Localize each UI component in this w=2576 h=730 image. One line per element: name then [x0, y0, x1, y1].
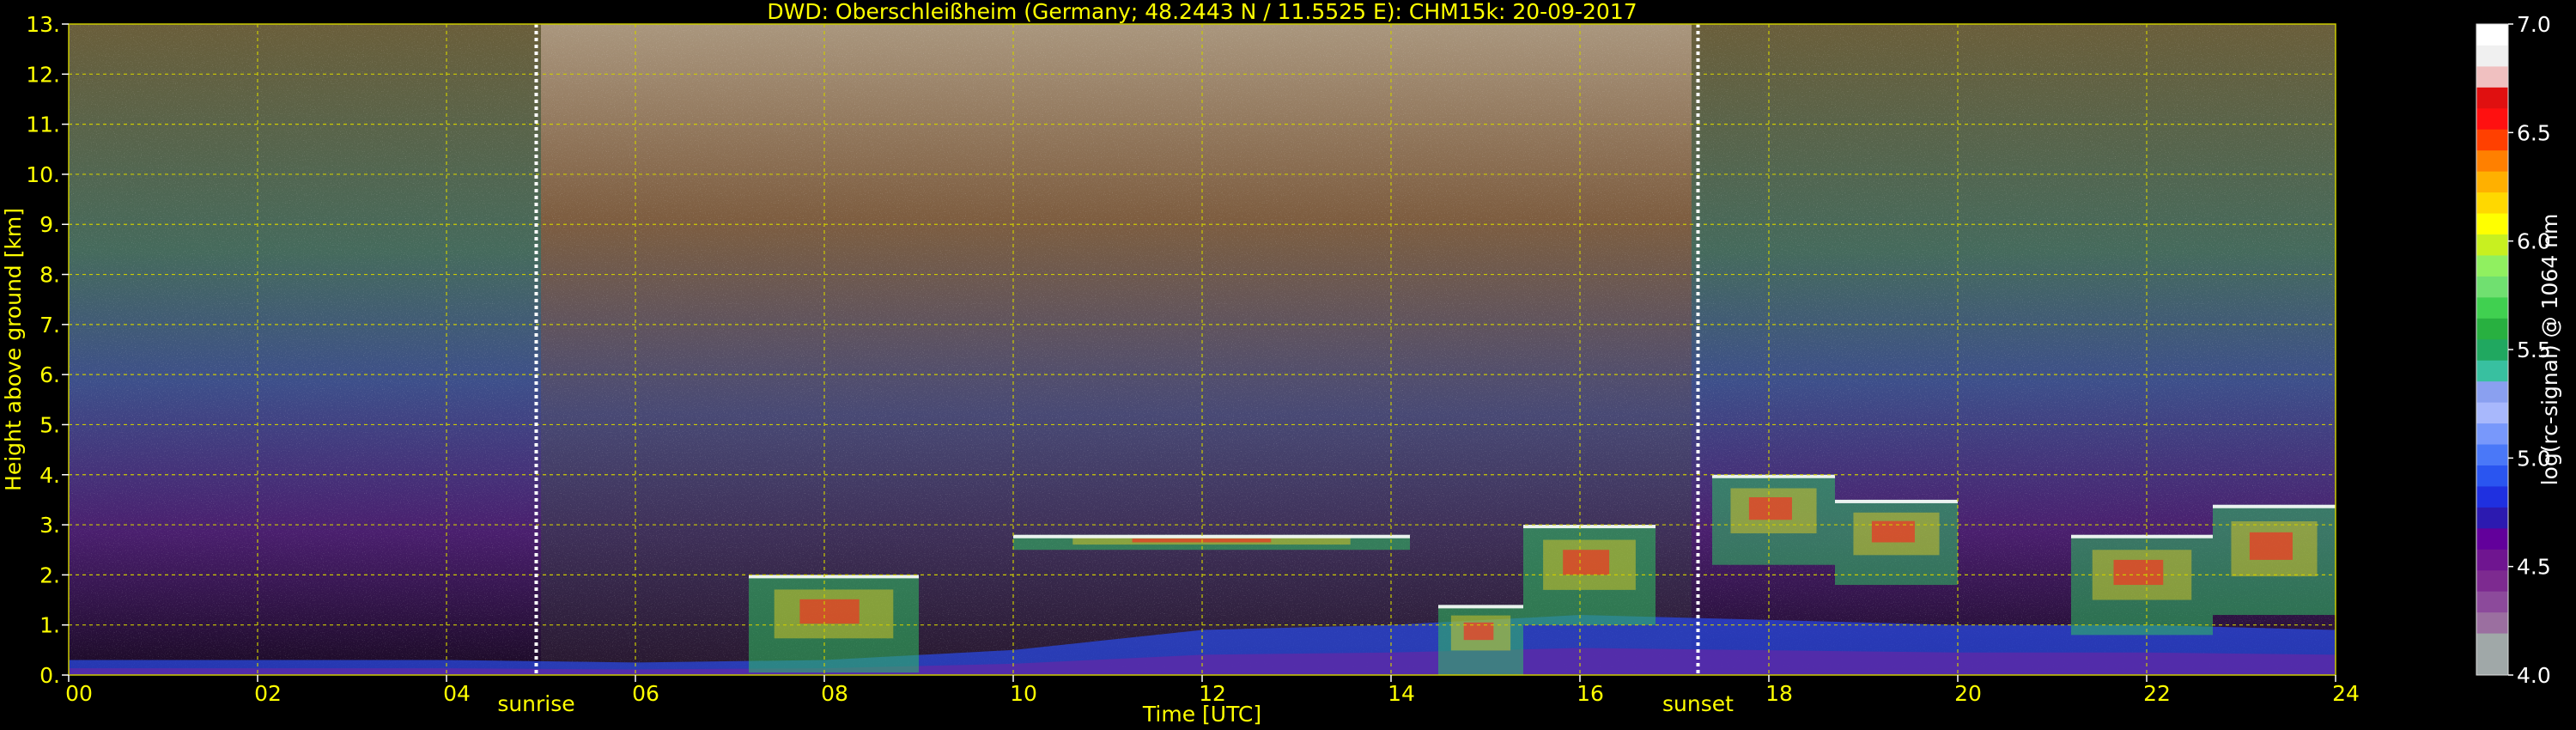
- x-tick-label: 16: [1577, 681, 1604, 706]
- x-tick-label: 10: [1010, 681, 1037, 706]
- y-tick-label: 11.: [26, 113, 60, 137]
- colorbar-segment: [2476, 360, 2508, 382]
- colorbar-segment: [2476, 24, 2508, 46]
- colorbar-segment: [2476, 611, 2508, 634]
- sunset-label: sunset: [1662, 691, 1734, 716]
- colorbar-segment: [2476, 87, 2508, 109]
- y-tick-label: 4.: [39, 463, 60, 488]
- colorbar-segment: [2476, 338, 2508, 361]
- x-tick-label: 14: [1388, 681, 1415, 706]
- cloud-peak: [799, 599, 860, 624]
- cloud-top-edge: [1013, 534, 1410, 538]
- colorbar-label: log(rc-signal) @ 1064 nm: [2537, 214, 2562, 486]
- cloud-peak: [2249, 532, 2293, 560]
- cloud-peak: [1563, 550, 1610, 575]
- colorbar-segment: [2476, 171, 2508, 193]
- colorbar-segment: [2476, 129, 2508, 151]
- colorbar-segment: [2476, 527, 2508, 550]
- colorbar-segment: [2476, 569, 2508, 592]
- colorbar-tick-label: 4.5: [2517, 555, 2551, 580]
- x-tick-label: 04: [443, 681, 471, 706]
- x-tick-label: 00: [65, 681, 93, 706]
- colorbar-segment: [2476, 549, 2508, 571]
- cloud-peak: [1871, 520, 1915, 543]
- colorbar-segment: [2476, 318, 2508, 340]
- x-tick-label: 22: [2143, 681, 2171, 706]
- plot-area: [69, 24, 2336, 675]
- colorbar-segment: [2476, 423, 2508, 445]
- y-tick-label: 6.: [39, 362, 60, 387]
- chart-title: DWD: Oberschleißheim (Germany; 48.2443 N…: [767, 0, 1637, 24]
- colorbar-segment: [2476, 149, 2508, 172]
- y-tick-label: 13.: [26, 12, 60, 37]
- sunrise-label: sunrise: [497, 691, 574, 716]
- colorbar-segment: [2476, 65, 2508, 88]
- colorbar-segment: [2476, 45, 2508, 67]
- x-axis-label: Time [UTC]: [1142, 702, 1261, 727]
- x-tick-label: 20: [1954, 681, 1982, 706]
- colorbar-segment: [2476, 654, 2508, 676]
- colorbar-tick-label: 6.5: [2517, 120, 2551, 145]
- y-tick-label: 1.: [39, 613, 60, 638]
- cloud-peak: [2113, 559, 2164, 586]
- cloud-top-edge: [1438, 605, 1523, 609]
- colorbar-segment: [2476, 213, 2508, 235]
- colorbar-segment: [2476, 296, 2508, 319]
- x-tick-label: 06: [632, 681, 659, 706]
- cloud-peak: [1748, 497, 1792, 520]
- colorbar-tick-label: 4.0: [2517, 663, 2551, 688]
- y-tick-label: 10.: [26, 162, 60, 187]
- colorbar-segment: [2476, 234, 2508, 256]
- y-tick-label: 12.: [26, 62, 60, 87]
- y-axis-label: Height above ground [km]: [1, 208, 26, 491]
- x-tick-label: 18: [1765, 681, 1793, 706]
- colorbar-segment: [2476, 276, 2508, 298]
- colorbar-segment: [2476, 465, 2508, 487]
- colorbar-segment: [2476, 444, 2508, 465]
- colorbar-segment: [2476, 633, 2508, 655]
- y-tick-label: 2.: [39, 563, 60, 587]
- y-tick-label: 0.: [39, 663, 60, 688]
- x-tick-label: 08: [821, 681, 848, 706]
- colorbar-segment: [2476, 192, 2508, 214]
- cloud-top-edge: [1835, 499, 1958, 503]
- colorbar-segment: [2476, 402, 2508, 424]
- y-tick-label: 7.: [39, 313, 60, 338]
- cloud-top-edge: [2071, 534, 2213, 538]
- y-tick-label: 9.: [39, 212, 60, 237]
- y-tick-label: 5.: [39, 412, 60, 437]
- x-tick-label: 02: [254, 681, 282, 706]
- colorbar-segment: [2476, 380, 2508, 403]
- y-tick-label: 3.: [39, 513, 60, 538]
- colorbar-segment: [2476, 254, 2508, 277]
- colorbar-segment: [2476, 107, 2508, 130]
- colorbar-tick-label: 7.0: [2517, 12, 2551, 37]
- colorbar-segment: [2476, 507, 2508, 529]
- y-tick-label: 8.: [39, 263, 60, 288]
- cloud-top-edge: [2213, 504, 2336, 508]
- colorbar-segment: [2476, 591, 2508, 613]
- ceilometer-chart: 00 02 04 06 08 10 12 14 16 18 20 22 240.1.2.3.4.5.6.…: [1, 0, 2562, 727]
- x-tick-label: 24: [2332, 681, 2360, 706]
- colorbar-segment: [2476, 485, 2508, 508]
